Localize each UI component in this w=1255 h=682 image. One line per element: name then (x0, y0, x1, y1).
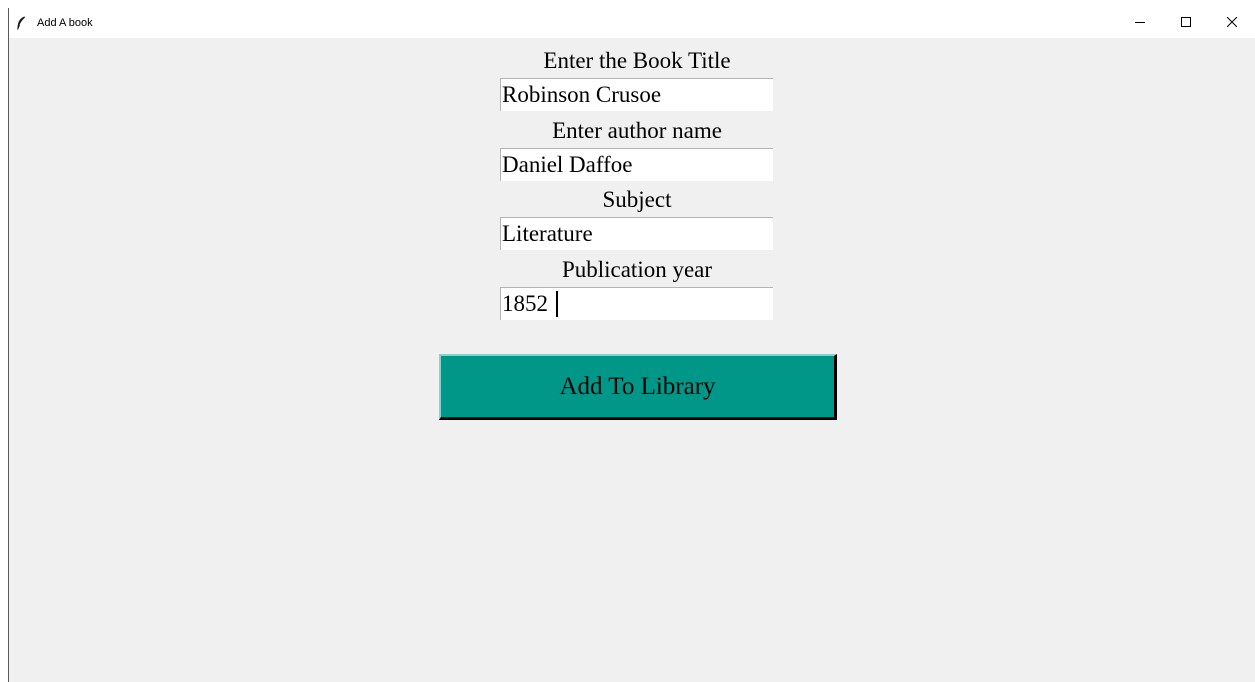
close-button[interactable] (1209, 8, 1255, 38)
maximize-button[interactable] (1163, 8, 1209, 38)
window-controls (1117, 8, 1255, 38)
close-icon (1226, 14, 1238, 32)
window-title: Add A book (37, 17, 93, 29)
publication-year-label: Publication year (561, 257, 713, 282)
book-title-label: Enter the Book Title (543, 48, 731, 73)
subject-label: Subject (602, 187, 672, 212)
feather-icon (13, 15, 29, 31)
author-name-input[interactable] (500, 148, 773, 181)
author-name-label: Enter author name (552, 118, 722, 143)
app-window: Add A book Enter the Book Title Enter (8, 8, 1255, 682)
minimize-icon (1135, 14, 1145, 32)
book-title-input[interactable] (500, 78, 773, 111)
minimize-button[interactable] (1117, 8, 1163, 38)
text-caret (556, 291, 558, 317)
title-bar[interactable]: Add A book (9, 8, 1255, 38)
maximize-icon (1181, 14, 1191, 32)
add-to-library-button[interactable]: Add To Library (439, 354, 837, 420)
publication-year-input[interactable] (500, 287, 773, 320)
subject-input[interactable] (500, 217, 773, 250)
